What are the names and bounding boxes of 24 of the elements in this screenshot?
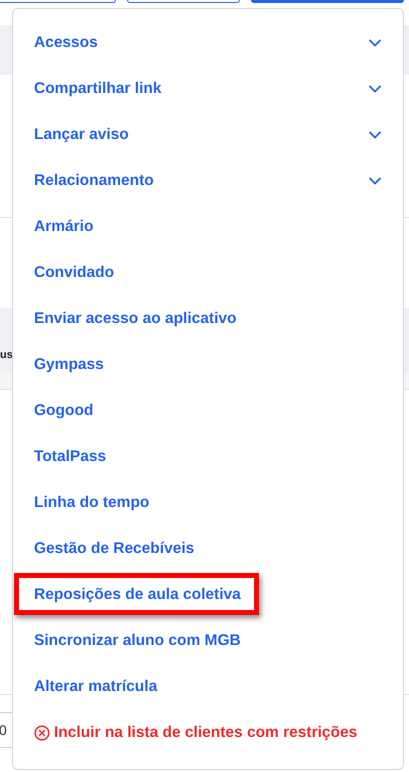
menu-item[interactable]: Reposições de aula coletiva [34,584,241,606]
menu-item[interactable]: Alterar matrícula [34,676,158,698]
menu-item[interactable]: TotalPass [34,446,106,468]
chevron-down-icon [369,131,381,139]
column-header: us [0,348,13,362]
menu-item[interactable]: Acessos [34,32,98,54]
menu-item[interactable]: Gogood [34,400,94,422]
outline-button[interactable] [127,0,240,3]
chevron-down-icon [369,177,381,185]
menu-item[interactable]: Convidado [34,262,114,284]
menu-item[interactable]: Relacionamento [34,170,154,192]
close-circle-icon [34,725,50,741]
menu-item[interactable]: Lançar aviso [34,124,129,146]
menu-item[interactable]: Incluir na lista de clientes com restrições [54,722,358,744]
outline-button[interactable] [0,0,116,3]
chevron-down-icon [369,85,381,93]
menu-item[interactable]: Sincronizar aluno com MGB [34,630,241,652]
menu-item[interactable]: Linha do tempo [34,492,150,514]
menu-item[interactable]: Gympass [34,354,104,376]
chevron-down-icon [369,39,381,47]
menu-item[interactable]: Enviar acesso ao aplicativo [34,308,236,330]
menu-item[interactable]: Armário [34,216,94,238]
menu-item[interactable]: Gestão de Recebíveis [34,538,194,560]
menu-item[interactable]: Compartilhar link [34,78,162,100]
